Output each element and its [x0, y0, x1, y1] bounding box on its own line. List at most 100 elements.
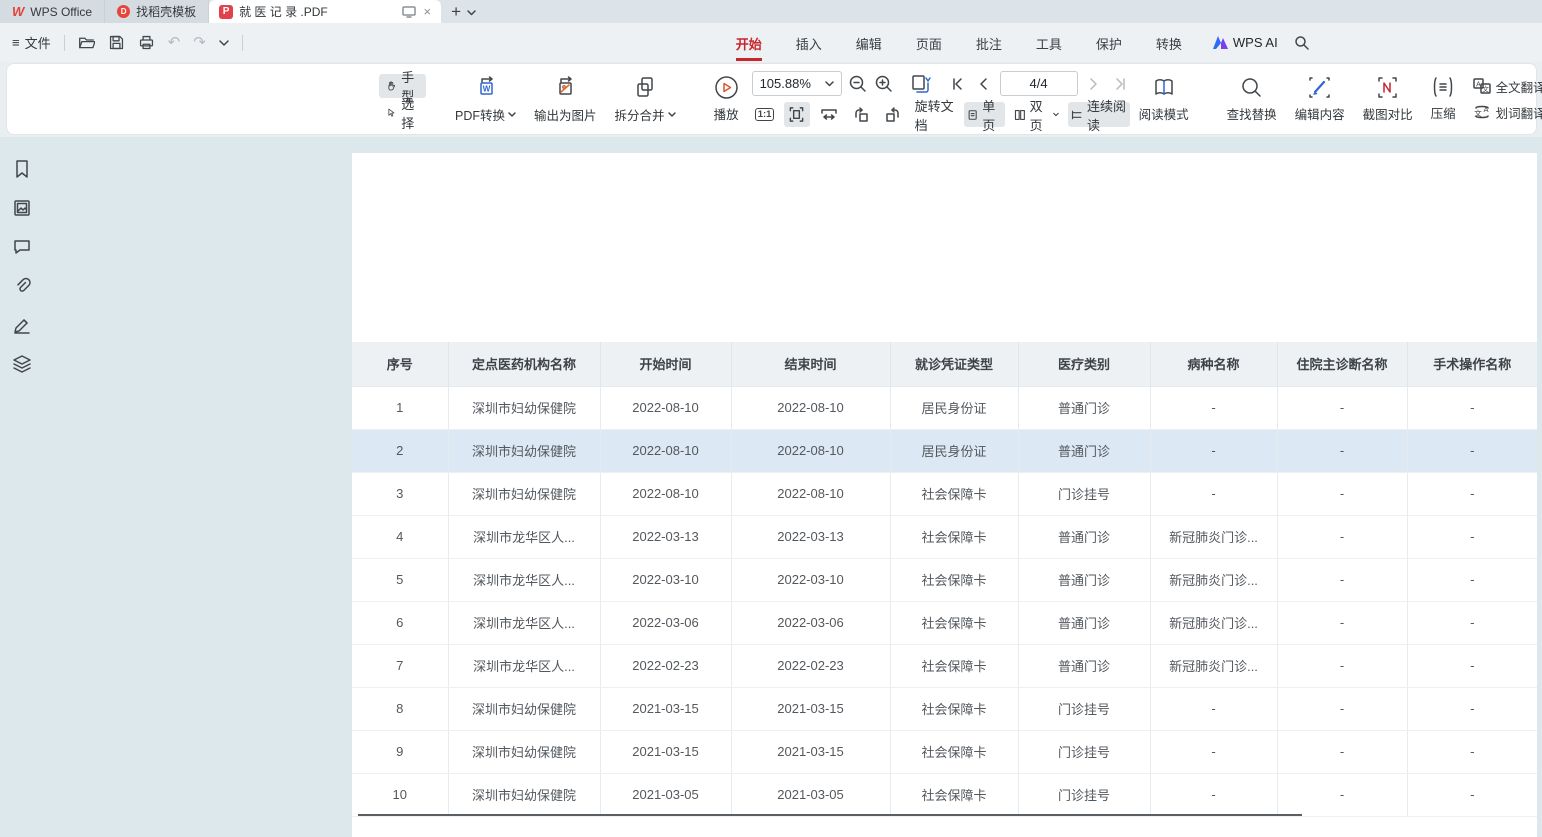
table-cell: - — [1407, 644, 1537, 687]
word-translate-button[interactable]: 文A 划词翻译 — [1473, 103, 1542, 122]
menu-item[interactable]: 编辑 — [839, 25, 899, 60]
tab-label: 就 医 记 录 .PDF — [239, 3, 328, 20]
screenshot-compare-button[interactable]: 截图对比 — [1354, 76, 1422, 123]
full-translate-button[interactable]: A文 全文翻译 — [1473, 77, 1542, 96]
attachment-icon[interactable] — [12, 276, 32, 296]
signature-icon[interactable] — [12, 315, 32, 335]
first-page-button[interactable] — [948, 73, 968, 95]
redo-icon[interactable]: ↷ — [193, 35, 206, 50]
table-cell: 5 — [352, 558, 448, 601]
menu-item[interactable]: 开始 — [719, 25, 779, 60]
table-cell: 深圳市龙华区人... — [448, 558, 600, 601]
table-cell: 7 — [352, 644, 448, 687]
zoom-select[interactable]: 105.88% — [752, 71, 842, 96]
actual-size-button[interactable]: 1:1 — [752, 102, 778, 127]
more-tools-chevron-icon[interactable] — [219, 40, 229, 46]
table-row[interactable]: 10深圳市妇幼保健院2021-03-052021-03-05社会保障卡门诊挂号-… — [352, 773, 1537, 816]
menu-item[interactable]: 工具 — [1019, 25, 1079, 60]
rotate-doc-button[interactable]: 旋转文档 — [912, 102, 958, 127]
export-image-button[interactable]: 输出为图片 — [525, 75, 606, 124]
comment-icon[interactable] — [12, 237, 32, 257]
edit-content-button[interactable]: 编辑内容 — [1286, 76, 1354, 123]
table-cell: 2021-03-05 — [600, 773, 731, 816]
table-cell: 社会保障卡 — [890, 558, 1018, 601]
menu-item[interactable]: 页面 — [899, 25, 959, 60]
thumbnail-icon[interactable] — [12, 198, 32, 218]
table-row[interactable]: 7深圳市龙华区人...2022-02-232022-02-23社会保障卡普通门诊… — [352, 644, 1537, 687]
table-cell: 社会保障卡 — [890, 730, 1018, 773]
tab-list-chevron-icon[interactable] — [467, 10, 476, 16]
print-icon[interactable] — [138, 34, 155, 51]
fit-page-button[interactable] — [784, 102, 810, 127]
single-page-button[interactable]: 单页 — [964, 102, 1005, 127]
double-page-button[interactable]: 双页 — [1011, 102, 1062, 127]
fit-width-button[interactable] — [816, 102, 842, 127]
file-menu-button[interactable]: ≡ 文件 — [12, 33, 51, 52]
bookmark-icon[interactable] — [12, 159, 32, 179]
rotate-pages-icon[interactable] — [908, 72, 934, 96]
pdf-convert-icon: W — [473, 75, 499, 101]
read-mode-label: 阅读模式 — [1139, 104, 1189, 123]
search-icon[interactable] — [1294, 35, 1310, 51]
table-cell: 2022-03-13 — [600, 515, 731, 558]
zoom-out-icon[interactable] — [848, 74, 868, 94]
select-tool-button[interactable]: 选择 — [379, 101, 426, 125]
svg-text:文: 文 — [1482, 85, 1489, 94]
wps-ai-button[interactable]: WPS AI — [1213, 35, 1278, 50]
table-row[interactable]: 3深圳市妇幼保健院2022-08-102022-08-10社会保障卡门诊挂号--… — [352, 472, 1537, 515]
table-row[interactable]: 5深圳市龙华区人...2022-03-102022-03-10社会保障卡普通门诊… — [352, 558, 1537, 601]
save-icon[interactable] — [108, 34, 125, 51]
tab-docer-template[interactable]: D 找稻壳模板 — [105, 0, 209, 23]
new-tab-button[interactable]: + — [451, 2, 461, 22]
table-cell: 深圳市妇幼保健院 — [448, 429, 600, 472]
table-cell: 普通门诊 — [1018, 386, 1150, 429]
table-cell: 2022-02-23 — [600, 644, 731, 687]
table-row[interactable]: 4深圳市龙华区人...2022-03-132022-03-13社会保障卡普通门诊… — [352, 515, 1537, 558]
select-tool-label: 选择 — [401, 94, 419, 132]
undo-icon[interactable]: ↶ — [168, 35, 181, 50]
menu-item[interactable]: 转换 — [1139, 25, 1199, 60]
table-row[interactable]: 9深圳市妇幼保健院2021-03-152021-03-15社会保障卡门诊挂号--… — [352, 730, 1537, 773]
zoom-in-icon[interactable] — [874, 74, 894, 94]
monitor-icon[interactable] — [402, 6, 416, 18]
table-cell: - — [1150, 386, 1277, 429]
table-cell: - — [1407, 730, 1537, 773]
table-row[interactable]: 1深圳市妇幼保健院2022-08-102022-08-10居民身份证普通门诊--… — [352, 386, 1537, 429]
table-row[interactable]: 2深圳市妇幼保健院2022-08-102022-08-10居民身份证普通门诊--… — [352, 429, 1537, 472]
pdf-convert-label: PDF转换 — [455, 105, 505, 124]
continuous-read-label: 连续阅读 — [1087, 96, 1127, 134]
hand-icon — [386, 78, 396, 93]
single-page-label: 单页 — [982, 96, 1002, 134]
page-input[interactable] — [1000, 71, 1078, 96]
close-tab-icon[interactable]: × — [424, 4, 432, 19]
play-button[interactable]: 播放 — [705, 75, 748, 123]
continuous-read-button[interactable]: 连续阅读 — [1068, 102, 1130, 127]
rotate-right-button[interactable] — [880, 102, 906, 127]
table-cell: - — [1407, 773, 1537, 816]
read-mode-button[interactable]: 阅读模式 — [1130, 76, 1198, 123]
play-icon — [714, 75, 739, 100]
last-page-button[interactable] — [1110, 73, 1130, 95]
pdf-page[interactable]: 序号定点医药机构名称开始时间结束时间就诊凭证类型医疗类别病种名称住院主诊断名称手… — [352, 153, 1537, 837]
next-page-button[interactable] — [1084, 73, 1104, 95]
table-cell: 深圳市龙华区人... — [448, 644, 600, 687]
find-replace-button[interactable]: 查找替换 — [1218, 76, 1286, 123]
prev-page-button[interactable] — [974, 73, 994, 95]
open-file-icon[interactable] — [78, 34, 95, 51]
rotate-left-button[interactable] — [848, 102, 874, 127]
table-cell: 9 — [352, 730, 448, 773]
table-row[interactable]: 6深圳市龙华区人...2022-03-062022-03-06社会保障卡普通门诊… — [352, 601, 1537, 644]
pdf-convert-button[interactable]: W PDF转换 — [446, 75, 525, 124]
menu-item[interactable]: 保护 — [1079, 25, 1139, 60]
menu-item[interactable]: 批注 — [959, 25, 1019, 60]
menu-item[interactable]: 插入 — [779, 25, 839, 60]
fit-page-icon — [788, 106, 805, 123]
tab-document[interactable]: P 就 医 记 录 .PDF × — [209, 0, 441, 23]
compress-button[interactable]: 压缩 — [1422, 76, 1465, 122]
tab-wps-office[interactable]: W WPS Office — [0, 0, 105, 23]
tab-label: WPS Office — [30, 5, 92, 19]
split-merge-button[interactable]: 拆分合并 — [606, 75, 685, 124]
table-row[interactable]: 8深圳市妇幼保健院2021-03-152021-03-15社会保障卡门诊挂号--… — [352, 687, 1537, 730]
table-cell: 深圳市龙华区人... — [448, 601, 600, 644]
layers-icon[interactable] — [12, 354, 32, 374]
